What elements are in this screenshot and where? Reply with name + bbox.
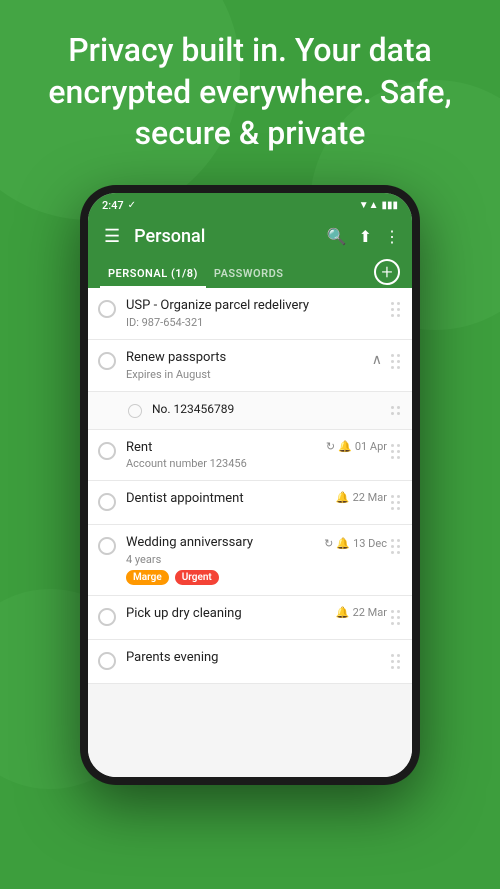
list-item[interactable]: Rent Account number 123456 ↻ 🔔 01 Apr <box>88 430 412 482</box>
status-bar: 2:47 ✓ ▼▲ ▮▮▮ <box>88 193 412 216</box>
more-icon[interactable]: ⋮ <box>384 227 400 246</box>
date-text: 22 Mar <box>353 606 387 619</box>
item-subtitle: 4 years <box>126 553 320 566</box>
item-date: ↻ 🔔 01 Apr <box>326 440 387 453</box>
tab-personal[interactable]: PERSONAL (1/8) <box>100 257 206 288</box>
item-right-meta: ↻ 🔔 13 Dec <box>324 537 387 550</box>
item-subtitle: ID: 987-654-321 <box>126 316 387 329</box>
item-content: Rent Account number 123456 <box>126 440 322 471</box>
item-title: USP - Organize parcel redelivery <box>126 298 387 315</box>
item-checkbox[interactable] <box>98 608 116 626</box>
phone-screen: 2:47 ✓ ▼▲ ▮▮▮ ☰ Personal 🔍 ⬆ ⋮ <box>88 193 412 777</box>
item-content: USP - Organize parcel redelivery ID: 987… <box>126 298 387 329</box>
date-text: 22 Mar <box>353 491 387 504</box>
item-checkbox[interactable] <box>128 404 142 418</box>
drag-handle <box>387 440 404 463</box>
bell-icon: 🔔 <box>336 606 350 619</box>
tabs-bar: PERSONAL (1/8) PASSWORDS + <box>88 257 412 288</box>
collapse-icon[interactable]: ∧ <box>372 352 382 368</box>
bell-icon: 🔔 <box>336 537 350 550</box>
item-title: Dentist appointment <box>126 491 332 508</box>
phone-mockup: 2:47 ✓ ▼▲ ▮▮▮ ☰ Personal 🔍 ⬆ ⋮ <box>80 185 420 785</box>
toolbar-icons: 🔍 ⬆ ⋮ <box>327 227 400 246</box>
drag-handle <box>387 350 404 373</box>
date-text: 13 Dec <box>353 537 387 550</box>
toolbar: ☰ Personal 🔍 ⬆ ⋮ <box>88 216 412 257</box>
bell-icon: 🔔 <box>336 491 350 504</box>
add-list-button[interactable]: + <box>374 259 400 285</box>
item-badges: Marge Urgent <box>126 570 320 585</box>
menu-icon[interactable]: ☰ <box>100 224 124 249</box>
item-checkbox[interactable] <box>98 442 116 460</box>
drag-handle <box>387 402 404 419</box>
item-right-meta: ↻ 🔔 01 Apr <box>326 440 387 453</box>
drag-handle <box>387 298 404 321</box>
drag-handle <box>387 535 404 558</box>
drag-handle <box>387 491 404 514</box>
battery-icon: ▮▮▮ <box>381 200 398 211</box>
badge-marge: Marge <box>126 570 169 585</box>
item-date: ↻ 🔔 13 Dec <box>324 537 387 550</box>
drag-handle <box>387 650 404 673</box>
list-item-sub[interactable]: No. 123456789 <box>88 392 412 430</box>
item-checkbox[interactable] <box>98 537 116 555</box>
phone-container: 2:47 ✓ ▼▲ ▮▮▮ ☰ Personal 🔍 ⬆ ⋮ <box>0 185 500 785</box>
item-subtitle: Account number 123456 <box>126 457 322 470</box>
item-title: No. 123456789 <box>152 402 387 418</box>
share-icon[interactable]: ⬆ <box>359 227 372 246</box>
status-time: 2:47 <box>102 199 124 212</box>
wifi-icon: ▼▲ <box>359 200 379 211</box>
task-list: USP - Organize parcel redelivery ID: 987… <box>88 288 412 777</box>
bell-icon: 🔔 <box>338 440 352 453</box>
status-right: ▼▲ ▮▮▮ <box>359 200 398 211</box>
tab-passwords[interactable]: PASSWORDS <box>206 257 292 288</box>
item-content: Renew passports Expires in August <box>126 350 387 381</box>
item-title: Rent <box>126 440 322 457</box>
item-content: Pick up dry cleaning <box>126 606 332 623</box>
item-title: Pick up dry cleaning <box>126 606 332 623</box>
hero-text: Privacy built in. Your data encrypted ev… <box>30 30 470 155</box>
item-date: 🔔 22 Mar <box>336 491 387 504</box>
badge-urgent: Urgent <box>175 570 219 585</box>
list-item[interactable]: USP - Organize parcel redelivery ID: 987… <box>88 288 412 340</box>
item-content: Wedding anniverssary 4 years Marge Urgen… <box>126 535 320 585</box>
item-content: Parents evening <box>126 650 387 667</box>
item-right-meta: 🔔 22 Mar <box>336 491 387 504</box>
list-item[interactable]: Pick up dry cleaning 🔔 22 Mar <box>88 596 412 640</box>
repeat-icon: ↻ <box>326 440 335 453</box>
drag-handle <box>387 606 404 629</box>
list-item[interactable]: Parents evening <box>88 640 412 684</box>
item-checkbox[interactable] <box>98 493 116 511</box>
item-title: Wedding anniverssary <box>126 535 320 552</box>
list-item[interactable]: Renew passports Expires in August ∧ <box>88 340 412 392</box>
item-title: Parents evening <box>126 650 387 667</box>
list-item[interactable]: Wedding anniverssary 4 years Marge Urgen… <box>88 525 412 596</box>
item-right-meta: 🔔 22 Mar <box>336 606 387 619</box>
item-date: 🔔 22 Mar <box>336 606 387 619</box>
list-item[interactable]: Dentist appointment 🔔 22 Mar <box>88 481 412 525</box>
hero-section: Privacy built in. Your data encrypted ev… <box>0 0 500 175</box>
toolbar-title: Personal <box>134 226 317 247</box>
status-left: 2:47 ✓ <box>102 199 136 212</box>
repeat-icon: ↻ <box>324 537 333 550</box>
item-title: Renew passports <box>126 350 387 367</box>
item-subtitle: Expires in August <box>126 368 387 381</box>
item-content: Dentist appointment <box>126 491 332 508</box>
item-checkbox[interactable] <box>98 352 116 370</box>
date-text: 01 Apr <box>355 440 387 453</box>
search-icon[interactable]: 🔍 <box>327 227 347 246</box>
item-checkbox[interactable] <box>98 652 116 670</box>
status-check-icon: ✓ <box>128 200 136 211</box>
item-content: No. 123456789 <box>152 402 387 418</box>
item-checkbox[interactable] <box>98 300 116 318</box>
